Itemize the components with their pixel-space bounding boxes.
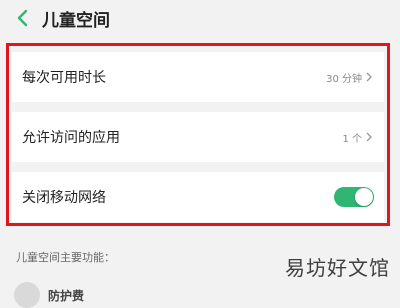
time-limit-label: 每次可用时长 <box>22 70 106 86</box>
mobile-network-label: 关闭移动网络 <box>22 190 106 206</box>
features-section-title: 儿童空间主要功能： <box>16 251 115 264</box>
feature-label: 防护费 <box>48 288 85 303</box>
allowed-apps-value: 1 个 <box>342 133 362 145</box>
mobile-network-toggle[interactable] <box>334 187 374 207</box>
setting-time-limit[interactable]: 每次可用时长 30 分钟 <box>12 52 384 102</box>
page-title: 儿童空间 <box>42 10 110 31</box>
feature-item[interactable]: 防护费 <box>14 282 84 308</box>
chevron-right-icon <box>366 131 374 143</box>
allowed-apps-label: 允许访问的应用 <box>22 130 120 146</box>
shield-icon <box>14 282 40 308</box>
chevron-right-icon <box>366 71 374 83</box>
setting-mobile-network: 关闭移动网络 <box>12 172 384 222</box>
watermark: 易坊好文馆 <box>285 256 390 280</box>
settings-group-highlighted: 每次可用时长 30 分钟 允许访问的应用 1 个 关闭移动网络 <box>6 43 390 226</box>
setting-allowed-apps[interactable]: 允许访问的应用 1 个 <box>12 112 384 162</box>
header-bar: 儿童空间 <box>0 0 400 36</box>
time-limit-value: 30 分钟 <box>326 73 362 85</box>
back-button[interactable] <box>8 4 36 32</box>
toggle-knob <box>355 188 373 206</box>
chevron-left-icon <box>17 9 28 27</box>
